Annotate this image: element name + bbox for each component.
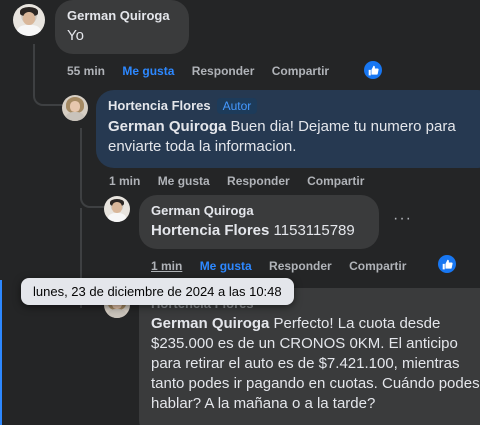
reply-button[interactable]: Responder — [269, 259, 332, 273]
comment-time[interactable]: 1 min — [109, 174, 140, 188]
reply-button[interactable]: Responder — [227, 174, 290, 188]
comment-actions: 55 min Me gusta Responder Compartir — [67, 64, 343, 78]
like-button[interactable]: Me gusta — [158, 174, 210, 188]
comment-actions: 1 min Me gusta Responder Compartir — [151, 259, 420, 273]
comment-bubble: German Quiroga Yo — [55, 0, 189, 54]
share-button[interactable]: Compartir — [307, 174, 364, 188]
focus-indicator — [0, 280, 2, 425]
share-button[interactable]: Compartir — [349, 259, 406, 273]
share-button[interactable]: Compartir — [272, 64, 329, 78]
mention-link[interactable]: Hortencia Flores — [151, 222, 269, 239]
like-button[interactable]: Me gusta — [200, 259, 252, 273]
thumbs-up-icon[interactable] — [364, 61, 382, 79]
comment-time[interactable]: 1 min — [151, 259, 182, 273]
author-comment-bubble: Hortencia Flores Autor German Quiroga Bue… — [96, 90, 480, 168]
avatar-german-quiroga[interactable] — [104, 196, 130, 222]
author-badge: Autor — [216, 98, 258, 114]
comment-text: Yo — [67, 27, 84, 44]
comment-author[interactable]: German Quiroga — [151, 203, 367, 218]
comment-text: German Quiroga Buen dia! Dejame tu numer… — [108, 118, 456, 155]
mention-link[interactable]: German Quiroga — [108, 118, 226, 135]
comment-author[interactable]: Hortencia Flores — [108, 98, 211, 113]
thumbs-up-icon[interactable] — [438, 255, 456, 273]
more-options-icon[interactable]: ··· — [393, 210, 412, 228]
comment-text: German Quiroga Perfecto! La cuota desde … — [151, 315, 480, 412]
reply-button[interactable]: Responder — [192, 64, 255, 78]
like-button[interactable]: Me gusta — [122, 64, 174, 78]
avatar-hortencia-flores[interactable] — [62, 95, 88, 121]
comment-actions: 1 min Me gusta Responder Compartir — [109, 174, 378, 188]
avatar-german-quiroga[interactable] — [13, 4, 45, 36]
comment-bubble: Hortencia Flores German Quiroga Perfecto… — [139, 288, 480, 425]
comment-bubble: German Quiroga Hortencia Flores 11531157… — [139, 195, 379, 249]
comment-author[interactable]: German Quiroga — [67, 8, 177, 23]
comment-text: Hortencia Flores 1153115789 — [151, 222, 355, 239]
comment-time[interactable]: 55 min — [67, 64, 105, 78]
mention-link[interactable]: German Quiroga — [151, 315, 269, 332]
timestamp-tooltip: lunes, 23 de diciembre de 2024 a las 10:… — [21, 278, 294, 305]
